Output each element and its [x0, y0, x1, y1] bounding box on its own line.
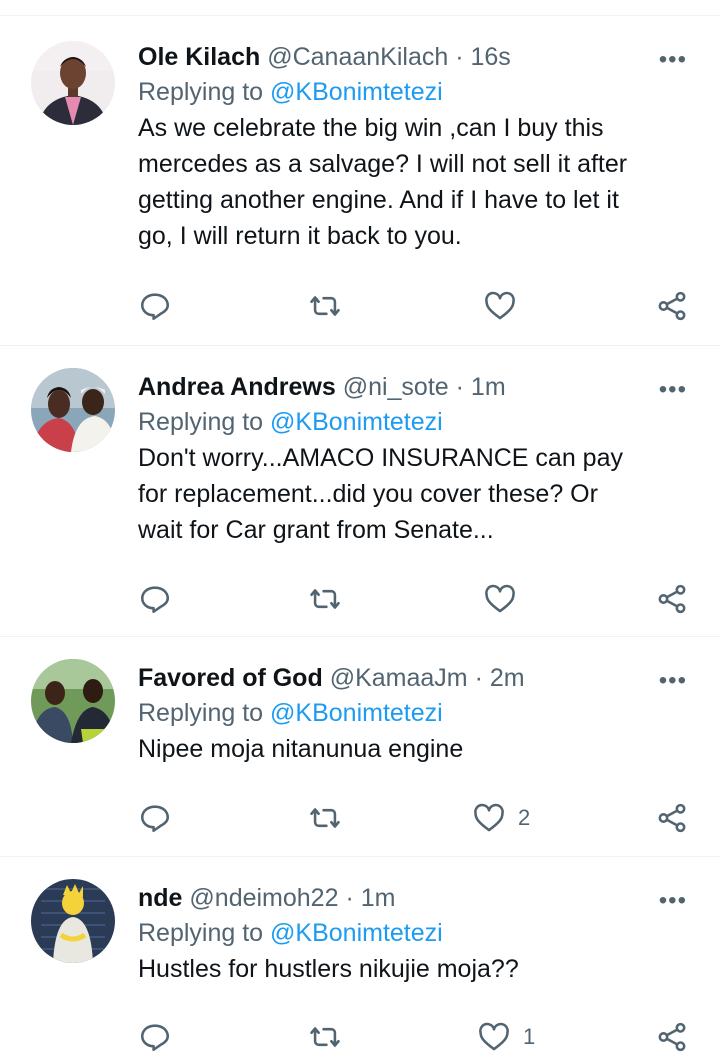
replying-to-label: Replying to: [138, 78, 264, 106]
share-button[interactable]: [655, 1017, 689, 1057]
share-icon: [655, 582, 689, 616]
timestamp[interactable]: 1m: [361, 884, 396, 912]
replying-to: Replying to @KBonimtetezi: [138, 74, 683, 110]
tweet-actions: [138, 286, 688, 326]
timestamp[interactable]: 2m: [490, 664, 525, 692]
replying-to-label: Replying to: [138, 919, 264, 947]
reply-button[interactable]: [138, 286, 184, 326]
heart-icon: [472, 801, 506, 835]
display-name[interactable]: Andrea Andrews: [138, 373, 336, 401]
timestamp[interactable]: 16s: [471, 43, 511, 71]
retweet-button[interactable]: [308, 798, 354, 838]
tweet[interactable]: nde @ndeimoh22 · 1m Replying to @KBonimt…: [0, 857, 720, 1057]
retweet-icon: [308, 289, 342, 323]
mention-link[interactable]: @KBonimtetezi: [270, 919, 443, 947]
share-button[interactable]: [655, 579, 689, 619]
reply-icon: [138, 582, 172, 616]
share-icon: [655, 801, 689, 835]
tweet-text: Nipee moja nitanunua engine: [138, 735, 464, 763]
user-handle[interactable]: @ndeimoh22: [189, 884, 338, 912]
share-icon: [655, 1020, 689, 1054]
display-name[interactable]: Ole Kilach: [138, 43, 260, 71]
mention-link[interactable]: @KBonimtetezi: [270, 78, 443, 106]
separator-dot: ·: [474, 664, 483, 692]
retweet-button[interactable]: [308, 579, 354, 619]
reply-icon: [138, 1020, 172, 1054]
tweet[interactable]: Ole Kilach @CanaanKilach · 16s Replying …: [0, 16, 720, 346]
separator-dot: ·: [455, 43, 464, 71]
replying-to: Replying to @KBonimtetezi: [138, 404, 683, 440]
avatar[interactable]: [31, 41, 115, 125]
tweet[interactable]: Andrea Andrews @ni_sote · 1m Replying to…: [0, 346, 720, 637]
tweet-content: Favored of God @KamaaJm · 2m Replying to…: [138, 661, 683, 767]
mention-link[interactable]: @KBonimtetezi: [270, 408, 443, 436]
tweet-content: nde @ndeimoh22 · 1m Replying to @KBonimt…: [138, 881, 683, 987]
user-handle[interactable]: @ni_sote: [343, 373, 449, 401]
tweet-actions: 1: [138, 1017, 688, 1057]
retweet-icon: [308, 1020, 342, 1054]
reply-feed: Ole Kilach @CanaanKilach · 16s Replying …: [0, 16, 720, 1057]
replying-to-label: Replying to: [138, 408, 264, 436]
retweet-button[interactable]: [308, 286, 354, 326]
share-button[interactable]: [655, 286, 689, 326]
tweet-actions: 2: [138, 798, 688, 838]
tweet-text: As we celebrate the big win ,can I buy t…: [138, 114, 628, 250]
like-count: 1: [523, 1024, 536, 1049]
avatar[interactable]: [31, 368, 115, 452]
heart-icon: [483, 582, 517, 616]
replying-to-label: Replying to: [138, 699, 264, 727]
reply-button[interactable]: [138, 579, 184, 619]
heart-icon: [477, 1020, 511, 1054]
tweet-header: Favored of God @KamaaJm · 2m: [138, 661, 683, 695]
replying-to: Replying to @KBonimtetezi: [138, 915, 683, 951]
avatar[interactable]: [31, 879, 115, 963]
tweet-header: Ole Kilach @CanaanKilach · 16s: [138, 40, 683, 74]
tweet-header: nde @ndeimoh22 · 1m: [138, 881, 683, 915]
heart-icon: [483, 289, 517, 323]
separator-dot: ·: [455, 373, 464, 401]
tweet-text: Don't worry...AMACO INSURANCE can pay fo…: [138, 444, 623, 544]
retweet-icon: [308, 801, 342, 835]
reply-icon: [138, 289, 172, 323]
display-name[interactable]: nde: [138, 884, 182, 912]
like-button[interactable]: 2: [472, 798, 530, 838]
avatar[interactable]: [31, 659, 115, 743]
mention-link[interactable]: @KBonimtetezi: [270, 699, 443, 727]
retweet-icon: [308, 582, 342, 616]
more-options-icon[interactable]: •••: [659, 884, 687, 918]
tweet-text: Hustles for hustlers nikujie moja??: [138, 955, 519, 983]
share-button[interactable]: [655, 798, 689, 838]
user-handle[interactable]: @KamaaJm: [330, 664, 468, 692]
retweet-button[interactable]: [308, 1017, 354, 1057]
more-options-icon[interactable]: •••: [659, 43, 687, 77]
like-button[interactable]: 1: [477, 1017, 535, 1057]
reply-button[interactable]: [138, 798, 184, 838]
like-count: 2: [518, 805, 531, 830]
tweet-header: Andrea Andrews @ni_sote · 1m: [138, 370, 683, 404]
tweet-content: Andrea Andrews @ni_sote · 1m Replying to…: [138, 370, 683, 548]
user-handle[interactable]: @CanaanKilach: [267, 43, 448, 71]
reply-button[interactable]: [138, 1017, 184, 1057]
display-name[interactable]: Favored of God: [138, 664, 323, 692]
replying-to: Replying to @KBonimtetezi: [138, 695, 683, 731]
tweet-content: Ole Kilach @CanaanKilach · 16s Replying …: [138, 40, 683, 254]
tweet[interactable]: Favored of God @KamaaJm · 2m Replying to…: [0, 637, 720, 857]
like-button[interactable]: [483, 286, 529, 326]
like-button[interactable]: [483, 579, 529, 619]
timestamp[interactable]: 1m: [471, 373, 506, 401]
tweet-actions: [138, 579, 688, 619]
separator-dot: ·: [345, 884, 354, 912]
more-options-icon[interactable]: •••: [659, 664, 687, 698]
more-options-icon[interactable]: •••: [659, 373, 687, 407]
share-icon: [655, 289, 689, 323]
reply-icon: [138, 801, 172, 835]
